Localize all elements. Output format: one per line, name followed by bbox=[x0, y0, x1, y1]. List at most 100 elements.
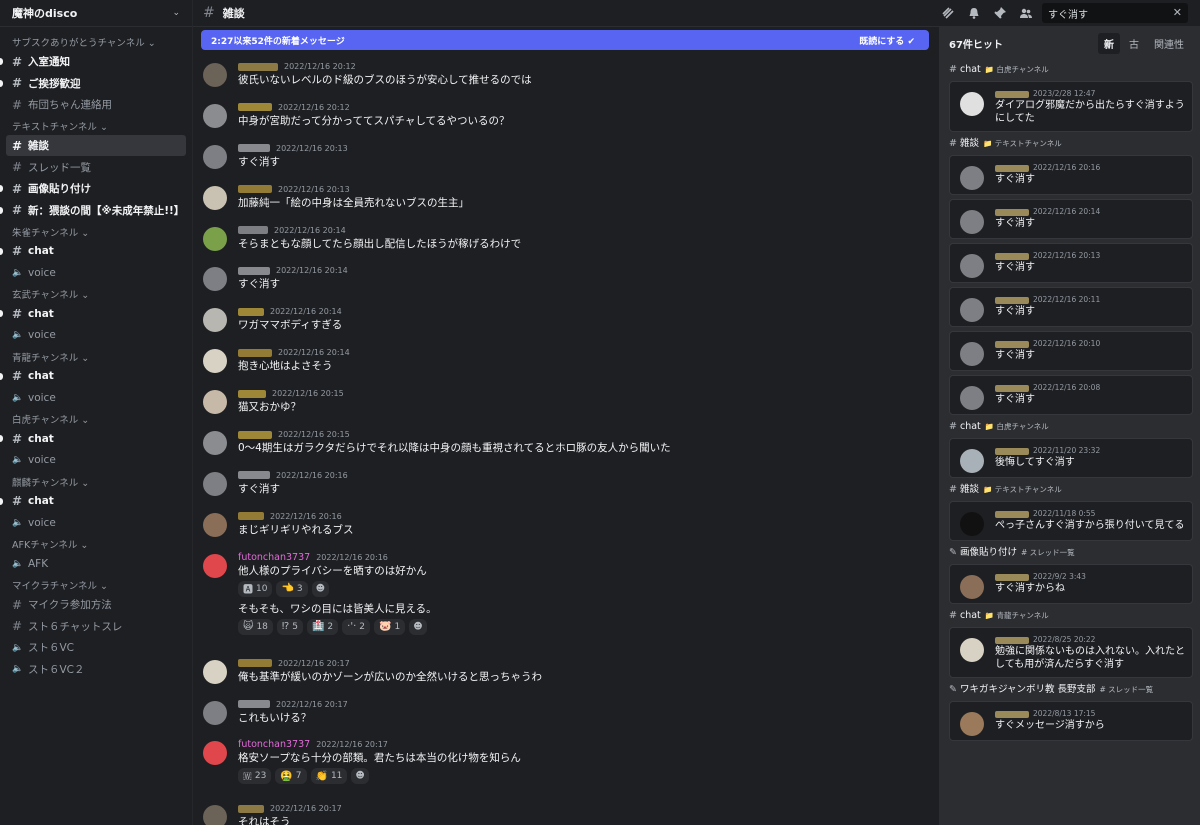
author-name-blurred[interactable] bbox=[238, 700, 270, 709]
author-name-blurred[interactable] bbox=[238, 266, 270, 275]
channel-item[interactable]: # 画像貼り付け bbox=[0, 178, 186, 199]
avatar[interactable] bbox=[203, 431, 227, 456]
pin-icon[interactable] bbox=[993, 6, 1007, 20]
channel-item[interactable]: # 入室通知 bbox=[0, 51, 186, 72]
avatar[interactable] bbox=[203, 390, 227, 415]
author-name-blurred[interactable] bbox=[238, 226, 268, 235]
channel-item[interactable]: # chat bbox=[0, 366, 186, 387]
server-header[interactable]: 魔神のdisco ⌄ bbox=[0, 0, 192, 27]
add-reaction-icon[interactable]: ☻ bbox=[351, 768, 369, 785]
channel-item[interactable]: # chat bbox=[0, 428, 186, 449]
avatar[interactable] bbox=[203, 471, 227, 496]
reaction[interactable]: 🤮 7 bbox=[275, 768, 307, 785]
avatar[interactable] bbox=[203, 741, 227, 766]
search-result[interactable]: 2022/12/16 20:10 すぐ消す bbox=[949, 331, 1193, 371]
avatar[interactable] bbox=[203, 700, 227, 725]
reaction[interactable]: ⁉ 5 bbox=[276, 618, 303, 635]
category-header[interactable]: 白虎チャンネル ⌄ bbox=[6, 414, 186, 428]
avatar[interactable] bbox=[203, 63, 227, 87]
avatar[interactable] bbox=[203, 349, 227, 374]
tab-relevance[interactable]: 関連性 bbox=[1148, 33, 1190, 54]
author-name-blurred[interactable] bbox=[238, 348, 272, 357]
search-result[interactable]: 2022/12/16 20:14 すぐ消す bbox=[949, 199, 1193, 239]
result-channel[interactable]: 画像貼り付け bbox=[960, 547, 1017, 558]
avatar[interactable] bbox=[203, 659, 227, 684]
search-result[interactable]: 2022/8/25 20:22 勉強に関係ないものは入れない。入れたとしても用が済… bbox=[949, 627, 1193, 678]
search-input[interactable]: すぐ消す ✕ bbox=[1042, 3, 1188, 23]
tab-newest[interactable]: 新 bbox=[1098, 33, 1120, 54]
reaction[interactable]: 🏥 2 bbox=[306, 618, 339, 635]
reaction[interactable]: 🇼 23 bbox=[238, 768, 272, 785]
search-result[interactable]: 2022/12/16 20:08 すぐ消す bbox=[949, 375, 1193, 415]
channel-item[interactable]: # 新：猥談の間【※未成年禁止!!】 bbox=[0, 200, 186, 221]
author-name[interactable]: futonchan3737 bbox=[238, 551, 310, 564]
reaction[interactable]: ·'· 2 bbox=[342, 618, 370, 635]
category-header[interactable]: 朱雀チャンネル ⌄ bbox=[6, 227, 186, 241]
channel-item[interactable]: 🔈 voice bbox=[6, 262, 186, 283]
reaction[interactable]: 🐷 1 bbox=[374, 618, 406, 635]
channel-item[interactable]: 🔈 スト６VC２ bbox=[6, 659, 186, 680]
search-result[interactable]: 2023/2/28 12:47 ダイアログ邪魔だから出たらすぐ消すようにしてた bbox=[949, 81, 1193, 132]
avatar[interactable] bbox=[203, 308, 227, 333]
reaction[interactable]: 🅰 10 bbox=[238, 580, 273, 597]
channel-item[interactable]: # スレッド一覧 bbox=[6, 157, 186, 178]
channel-item[interactable]: 🔈 voice bbox=[6, 450, 186, 471]
bell-icon[interactable] bbox=[967, 6, 981, 20]
avatar[interactable] bbox=[203, 103, 227, 128]
search-result[interactable]: 2022/8/13 17:15 すぐメッセージ消すから bbox=[949, 701, 1193, 741]
add-reaction-icon[interactable]: ☻ bbox=[409, 618, 427, 635]
author-name-blurred[interactable] bbox=[238, 62, 278, 71]
avatar[interactable] bbox=[203, 553, 227, 578]
search-clear-icon[interactable]: ✕ bbox=[1173, 6, 1182, 19]
result-channel[interactable]: chat bbox=[960, 64, 981, 75]
channel-item[interactable]: # chat bbox=[0, 241, 186, 262]
members-icon[interactable] bbox=[1019, 6, 1033, 20]
search-result[interactable]: 2022/11/18 0:55 ぺっ子さんすぐ消すから張り付いて見てる bbox=[949, 501, 1193, 541]
channel-item[interactable]: 🔈 voice bbox=[6, 387, 186, 408]
add-reaction-icon[interactable]: ☻ bbox=[311, 580, 330, 597]
search-result[interactable]: 2022/11/20 23:32 後悔してすぐ消す bbox=[949, 438, 1193, 478]
avatar[interactable] bbox=[203, 185, 227, 210]
result-channel[interactable]: chat bbox=[960, 610, 981, 621]
search-result[interactable]: 2022/9/2 3:43 すぐ消すからね bbox=[949, 564, 1193, 604]
author-name-blurred[interactable] bbox=[238, 804, 264, 813]
result-channel[interactable]: 雑談 bbox=[960, 484, 979, 495]
tab-oldest[interactable]: 古 bbox=[1123, 33, 1145, 54]
channel-item[interactable]: 🔈 voice bbox=[6, 512, 186, 533]
category-header[interactable]: 玄武チャンネル ⌄ bbox=[6, 289, 186, 303]
avatar[interactable] bbox=[203, 805, 227, 825]
author-name-blurred[interactable] bbox=[238, 185, 272, 194]
channel-item[interactable]: # スト６チャットスレ bbox=[6, 616, 186, 637]
reaction[interactable]: 🙀 18 bbox=[238, 618, 273, 635]
reaction[interactable]: 👈 3 bbox=[276, 580, 308, 597]
category-header[interactable]: マイクラチャンネル ⌄ bbox=[6, 580, 186, 594]
search-result[interactable]: 2022/12/16 20:13 すぐ消す bbox=[949, 243, 1193, 283]
author-name-blurred[interactable] bbox=[238, 659, 272, 668]
search-result[interactable]: 2022/12/16 20:16 すぐ消す bbox=[949, 155, 1193, 195]
mark-read-button[interactable]: 既読にする ✔ bbox=[859, 34, 915, 47]
author-name-blurred[interactable] bbox=[238, 389, 266, 398]
threads-icon[interactable] bbox=[941, 6, 955, 20]
author-name[interactable]: futonchan3737 bbox=[238, 738, 310, 751]
channel-item[interactable]: # chat bbox=[0, 303, 186, 324]
avatar[interactable] bbox=[203, 226, 227, 251]
channel-item[interactable]: # マイクラ参加方法 bbox=[6, 594, 186, 615]
channel-item[interactable]: 🔈 スト６VC bbox=[6, 637, 186, 658]
result-channel[interactable]: 雑談 bbox=[960, 138, 979, 149]
category-header[interactable]: AFKチャンネル ⌄ bbox=[6, 539, 186, 553]
avatar[interactable] bbox=[203, 144, 227, 169]
author-name-blurred[interactable] bbox=[238, 144, 270, 153]
avatar[interactable] bbox=[203, 267, 227, 292]
search-result[interactable]: 2022/12/16 20:11 すぐ消す bbox=[949, 287, 1193, 327]
channel-item[interactable]: # 雑談 bbox=[6, 135, 186, 156]
avatar[interactable] bbox=[203, 512, 227, 537]
category-header[interactable]: サブスクありがとうチャンネル ⌄ bbox=[6, 37, 186, 51]
author-name-blurred[interactable] bbox=[238, 307, 264, 316]
result-channel[interactable]: chat bbox=[960, 421, 981, 432]
category-header[interactable]: テキストチャンネル ⌄ bbox=[6, 121, 186, 135]
channel-item[interactable]: 🔈 AFK bbox=[6, 553, 186, 574]
channel-item[interactable]: # chat bbox=[0, 491, 186, 512]
channel-item[interactable]: # ご挨拶歓迎 bbox=[0, 73, 186, 94]
channel-item[interactable]: # 布団ちゃん連絡用 bbox=[6, 94, 186, 115]
category-header[interactable]: 麒麟チャンネル ⌄ bbox=[6, 477, 186, 491]
